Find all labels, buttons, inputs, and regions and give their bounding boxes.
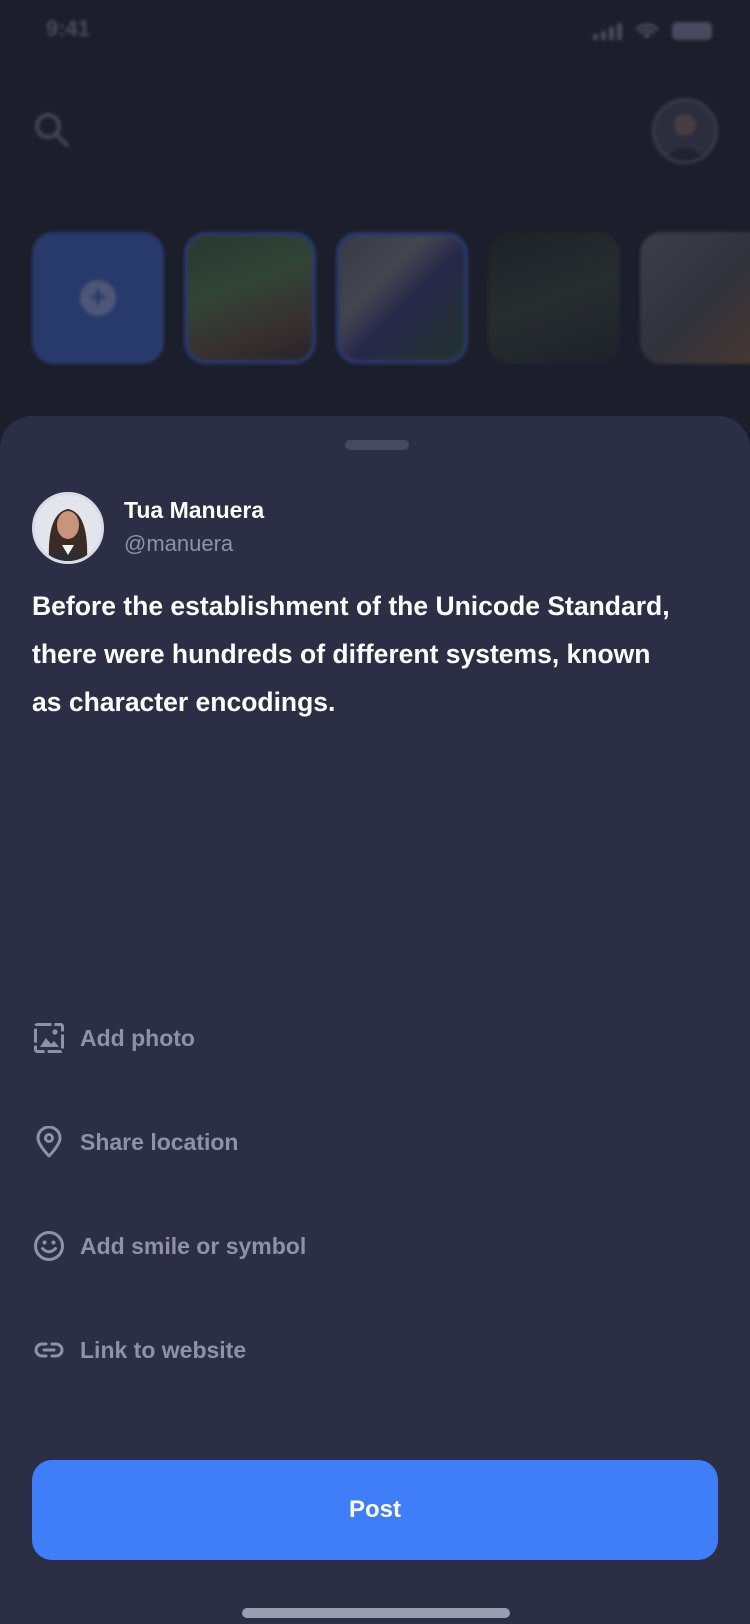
- status-icons: [593, 22, 712, 40]
- share-location-action[interactable]: Share location: [32, 1090, 306, 1194]
- compose-sheet: Tua Manuera @manuera Before the establis…: [0, 416, 750, 1624]
- author-handle: @manuera: [124, 531, 234, 556]
- action-label: Add smile or symbol: [80, 1232, 307, 1259]
- post-text-area[interactable]: Before the establishment of the Unicode …: [32, 582, 672, 726]
- add-story-button[interactable]: +: [32, 232, 164, 364]
- smiley-icon: [32, 1229, 66, 1263]
- battery-icon: [672, 22, 712, 40]
- story-thumbnail[interactable]: [184, 232, 316, 364]
- author-header: Tua Manuera @manuera: [32, 492, 264, 564]
- story-thumbnail[interactable]: [336, 232, 468, 364]
- stories-row: +: [32, 232, 750, 364]
- status-bar: 9:41: [0, 0, 750, 64]
- action-label: Share location: [80, 1128, 239, 1155]
- status-time: 9:41: [46, 16, 91, 41]
- image-icon: [32, 1021, 66, 1055]
- cellular-signal-icon: [593, 22, 622, 40]
- author-name: Tua Manuera: [124, 497, 265, 523]
- home-indicator: [242, 1608, 510, 1618]
- background-screen: 9:41 +: [0, 0, 750, 440]
- action-label: Link to website: [80, 1336, 247, 1363]
- wifi-icon: [635, 23, 659, 39]
- add-photo-action[interactable]: Add photo: [32, 986, 306, 1090]
- plus-icon: +: [80, 280, 116, 316]
- sheet-grabber[interactable]: [345, 440, 409, 450]
- compose-actions: Add photo Share location Add smile or sy…: [32, 986, 306, 1402]
- link-website-action[interactable]: Link to website: [32, 1298, 306, 1402]
- profile-avatar[interactable]: [652, 98, 718, 164]
- story-thumbnail[interactable]: [640, 232, 750, 364]
- author-avatar: [32, 492, 104, 564]
- add-smile-action[interactable]: Add smile or symbol: [32, 1194, 306, 1298]
- story-thumbnail[interactable]: [488, 232, 620, 364]
- location-pin-icon: [32, 1125, 66, 1159]
- search-icon[interactable]: [30, 108, 74, 152]
- action-label: Add photo: [80, 1024, 195, 1051]
- link-icon: [32, 1333, 66, 1367]
- post-button[interactable]: Post: [32, 1460, 718, 1560]
